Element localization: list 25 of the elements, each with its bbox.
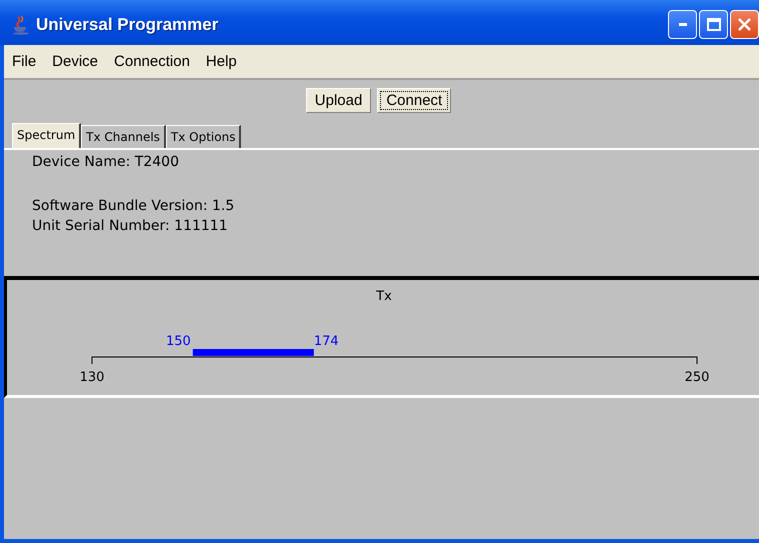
info-text: Unit Serial Number: 111111 — [32, 218, 229, 234]
close-icon — [738, 18, 751, 31]
maximize-icon — [706, 18, 720, 31]
info-text: Software Bundle Version: 1.5 — [32, 198, 236, 214]
menu-item[interactable]: Device — [52, 53, 98, 70]
minimize-button[interactable] — [668, 10, 697, 39]
scale-label: 130 — [80, 370, 104, 385]
scale-label: 250 — [684, 370, 710, 385]
tab[interactable]: Tx Options — [166, 125, 242, 148]
window-title: Universal Programmer — [36, 14, 218, 34]
toolbar-button[interactable]: Connect — [377, 88, 452, 113]
menu-item[interactable]: Connection — [114, 53, 190, 70]
info-text: Device Name: T2400 — [32, 154, 180, 170]
tab[interactable]: Tx Channels — [81, 125, 166, 148]
menu-item[interactable]: File — [12, 53, 36, 70]
range-label: 174 — [314, 334, 339, 349]
menu-item[interactable]: Help — [206, 53, 237, 70]
minimize-icon — [678, 23, 686, 26]
range-label: 150 — [166, 334, 191, 349]
close-button[interactable] — [730, 10, 759, 39]
maximize-button[interactable] — [699, 10, 728, 39]
coffee-cup-icon — [12, 14, 30, 34]
tab[interactable]: Spectrum — [12, 123, 82, 148]
spectrum-title: Tx — [376, 289, 392, 304]
toolbar-button[interactable]: Upload — [306, 88, 372, 113]
